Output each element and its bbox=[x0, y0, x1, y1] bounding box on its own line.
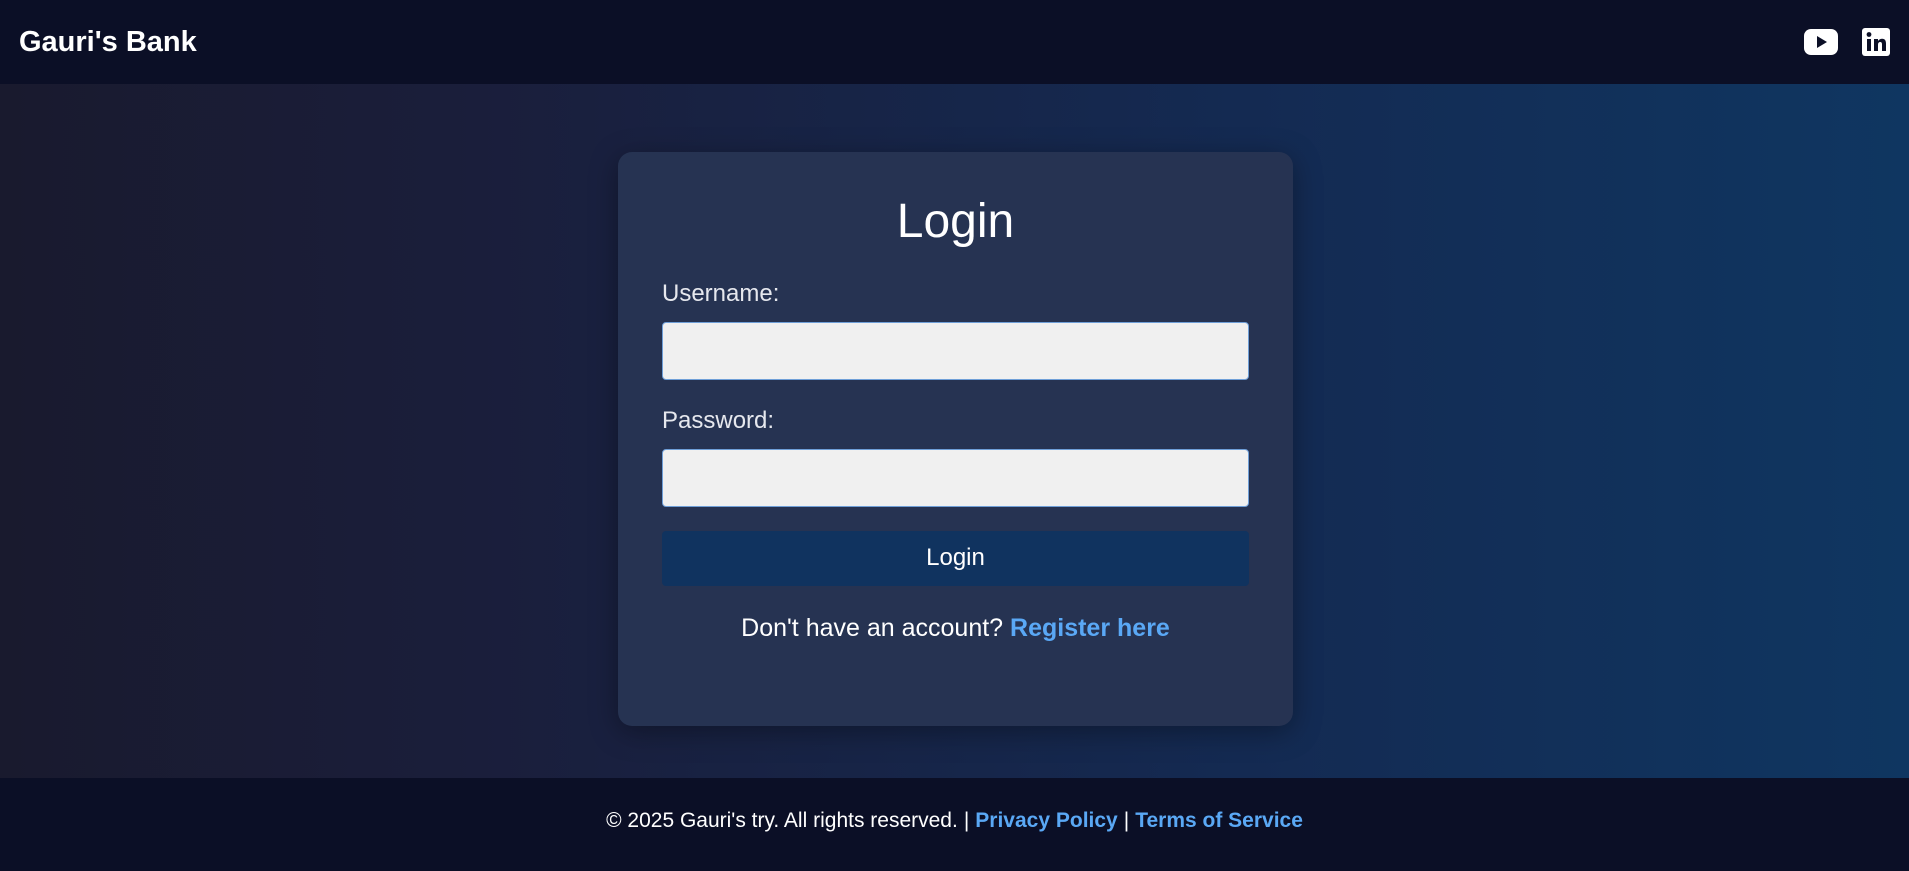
youtube-icon bbox=[1804, 29, 1838, 55]
brand-title: Gauri's Bank bbox=[19, 25, 197, 58]
linkedin-link[interactable] bbox=[1862, 28, 1890, 56]
username-label: Username: bbox=[662, 279, 780, 307]
username-input[interactable] bbox=[662, 321, 1249, 380]
login-title: Login bbox=[896, 195, 1015, 248]
password-label: Password: bbox=[662, 406, 775, 434]
footer-separator: | bbox=[1123, 808, 1130, 832]
register-prompt-line: Don't have an account? Register here bbox=[662, 614, 1249, 643]
register-prompt-text: Don't have an account? bbox=[741, 613, 1004, 642]
login-card: Login Username: Password: Login Don't ha… bbox=[618, 152, 1293, 726]
privacy-policy-link[interactable]: Privacy Policy bbox=[975, 809, 1117, 833]
terms-of-service-link[interactable]: Terms of Service bbox=[1135, 809, 1303, 833]
register-link[interactable]: Register here bbox=[1010, 614, 1170, 642]
copyright-text: © 2025 Gauri's try. All rights reserved. bbox=[606, 808, 958, 832]
main-area: Login Username: Password: Login Don't ha… bbox=[0, 84, 1909, 778]
social-links bbox=[1804, 28, 1890, 56]
youtube-link[interactable] bbox=[1804, 29, 1838, 55]
page-footer: © 2025 Gauri's try. All rights reserved.… bbox=[0, 778, 1909, 871]
footer-separator: | bbox=[963, 808, 970, 832]
linkedin-icon bbox=[1862, 28, 1890, 56]
password-input[interactable] bbox=[662, 448, 1249, 507]
top-navbar: Gauri's Bank bbox=[0, 0, 1909, 84]
login-button[interactable]: Login bbox=[662, 530, 1249, 586]
